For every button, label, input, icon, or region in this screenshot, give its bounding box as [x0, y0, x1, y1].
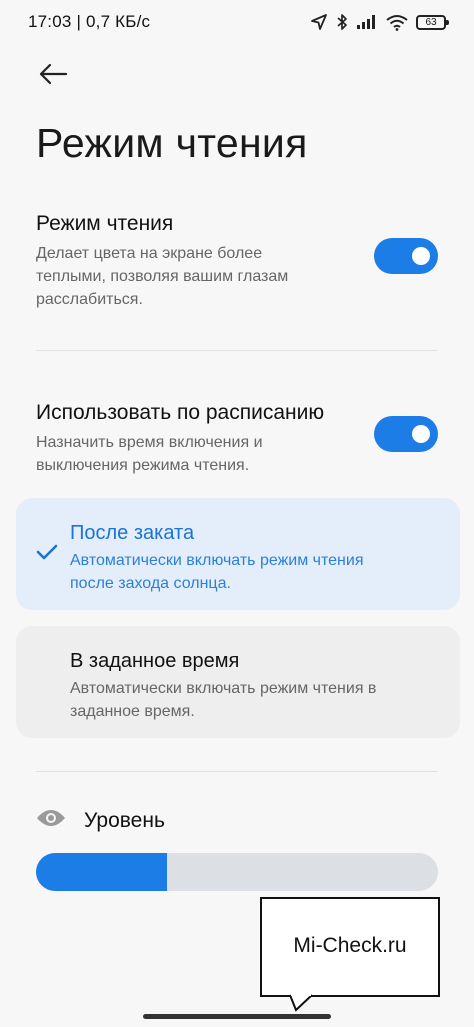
- schedule-toggle[interactable]: [374, 416, 438, 452]
- toggle-knob: [412, 247, 430, 265]
- status-icons: 63: [310, 13, 449, 31]
- reading-mode-toggle[interactable]: [374, 238, 438, 274]
- divider: [36, 350, 438, 351]
- wifi-icon: [386, 14, 408, 31]
- schedule-description: Назначить время включения и выключения р…: [36, 434, 263, 474]
- reading-mode-description: Делает цвета на экране более теплыми, по…: [36, 245, 289, 308]
- signal-icon: [356, 14, 378, 30]
- schedule-title: Использовать по расписанию: [36, 401, 325, 424]
- option-scheduled-time[interactable]: В заданное время Автоматически включать …: [16, 626, 460, 738]
- eye-icon: [36, 808, 66, 833]
- level-slider[interactable]: [36, 853, 438, 891]
- watermark-text: Mi-Check.ru: [293, 934, 407, 957]
- option-after-sunset[interactable]: После заката Автоматически включать режи…: [16, 498, 460, 610]
- option-title: После заката: [70, 522, 195, 544]
- watermark: Mi-Check.ru: [260, 897, 440, 997]
- option-description: Автоматически включать режим чтения посл…: [70, 552, 364, 592]
- back-button[interactable]: [32, 58, 74, 94]
- status-time: 17:03 | 0,7 КБ/с: [28, 12, 151, 31]
- divider: [36, 771, 438, 772]
- home-indicator[interactable]: [143, 1014, 331, 1019]
- level-label: Уровень: [84, 808, 165, 832]
- status-bar: 17:03 | 0,7 КБ/с 63: [0, 0, 474, 46]
- level-slider-fill: [36, 853, 167, 891]
- option-title: В заданное время: [70, 650, 240, 672]
- battery-icon: 63: [416, 14, 449, 30]
- check-icon: [36, 543, 58, 566]
- reading-mode-title: Режим чтения: [36, 212, 174, 235]
- option-description: Автоматически включать режим чтения в за…: [70, 680, 377, 720]
- toggle-knob: [412, 425, 430, 443]
- location-icon: [310, 13, 328, 31]
- arrow-left-icon: [38, 63, 68, 90]
- page-title: Режим чтения: [36, 120, 308, 166]
- level-row: Уровень: [36, 808, 165, 833]
- bluetooth-icon: [336, 13, 348, 31]
